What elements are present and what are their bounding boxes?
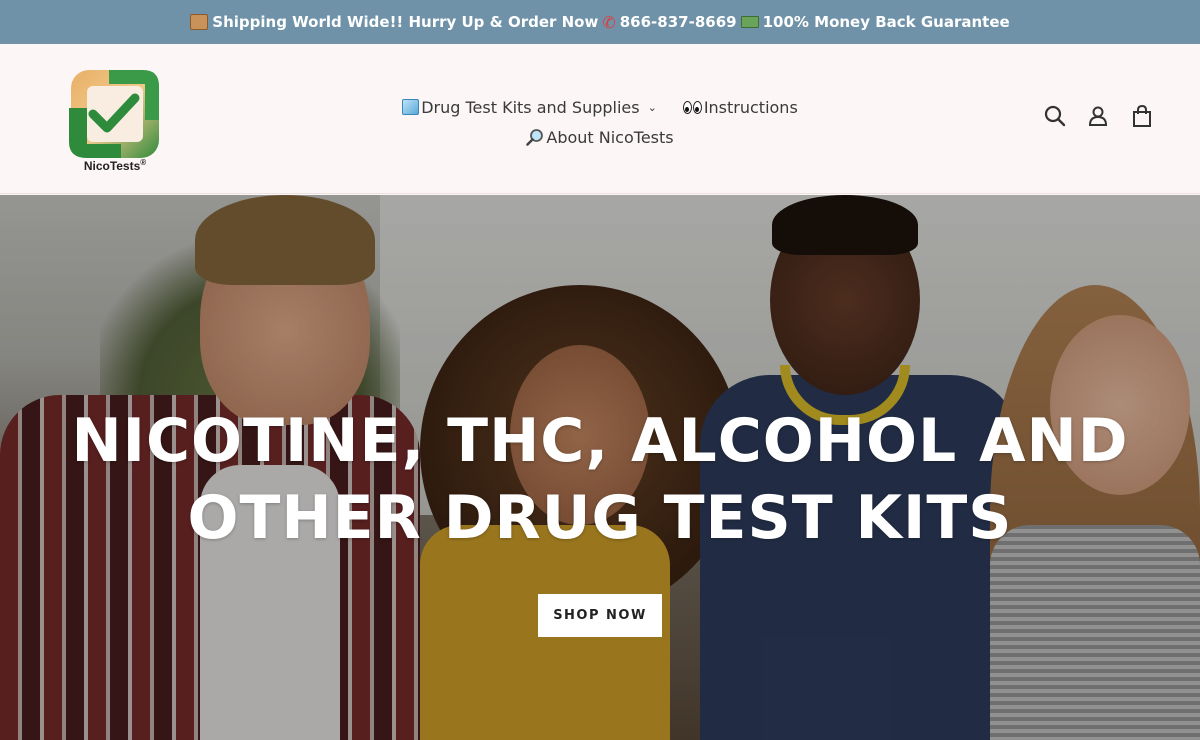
nav-drug-test-kits[interactable]: Drug Test Kits and Supplies ⌄ xyxy=(402,98,657,117)
hero-banner: NICOTINE, THC, ALCOHOL AND OTHER DRUG TE… xyxy=(0,195,1200,740)
cart-icon[interactable] xyxy=(1130,104,1154,128)
site-header: NicoTests® Drug Test Kits and Supplies ⌄… xyxy=(0,44,1200,194)
announcement-bar: Shipping World Wide!! Hurry Up & Order N… xyxy=(0,0,1200,44)
magnifier-icon xyxy=(526,129,544,146)
announcement-guarantee: 100% Money Back Guarantee xyxy=(762,13,1010,31)
announcement-shipping: Shipping World Wide!! Hurry Up & Order N… xyxy=(212,13,599,31)
registered-mark: ® xyxy=(140,158,147,167)
nav-about[interactable]: About NicoTests xyxy=(526,127,674,147)
hero-title-line-1: NICOTINE, THC, ALCOHOL AND xyxy=(71,406,1129,476)
chevron-down-icon: ⌄ xyxy=(647,100,657,114)
phone-icon: ✆ xyxy=(602,12,616,32)
account-icon[interactable] xyxy=(1088,105,1108,127)
package-icon xyxy=(190,14,209,30)
hero-title-line-2: OTHER DRUG TEST KITS xyxy=(187,483,1013,553)
announcement-phone[interactable]: 866-837-8669 xyxy=(620,13,737,31)
cube-icon xyxy=(402,99,420,115)
eyes-icon xyxy=(682,100,702,114)
search-icon[interactable] xyxy=(1044,105,1066,127)
nav-label: About NicoTests xyxy=(546,127,674,147)
logo-text: NicoTests xyxy=(83,159,141,173)
nav-label: Instructions xyxy=(703,97,798,117)
header-icons xyxy=(1044,104,1154,128)
hero-title: NICOTINE, THC, ALCOHOL AND OTHER DRUG TE… xyxy=(0,403,1200,557)
shop-now-button[interactable]: SHOP NOW xyxy=(538,594,662,637)
nav-instructions[interactable]: Instructions xyxy=(682,97,798,117)
nav-label: Drug Test Kits and Supplies xyxy=(421,97,640,117)
money-icon xyxy=(740,16,759,28)
main-nav: Drug Test Kits and Supplies ⌄ Instructio… xyxy=(0,92,1200,152)
